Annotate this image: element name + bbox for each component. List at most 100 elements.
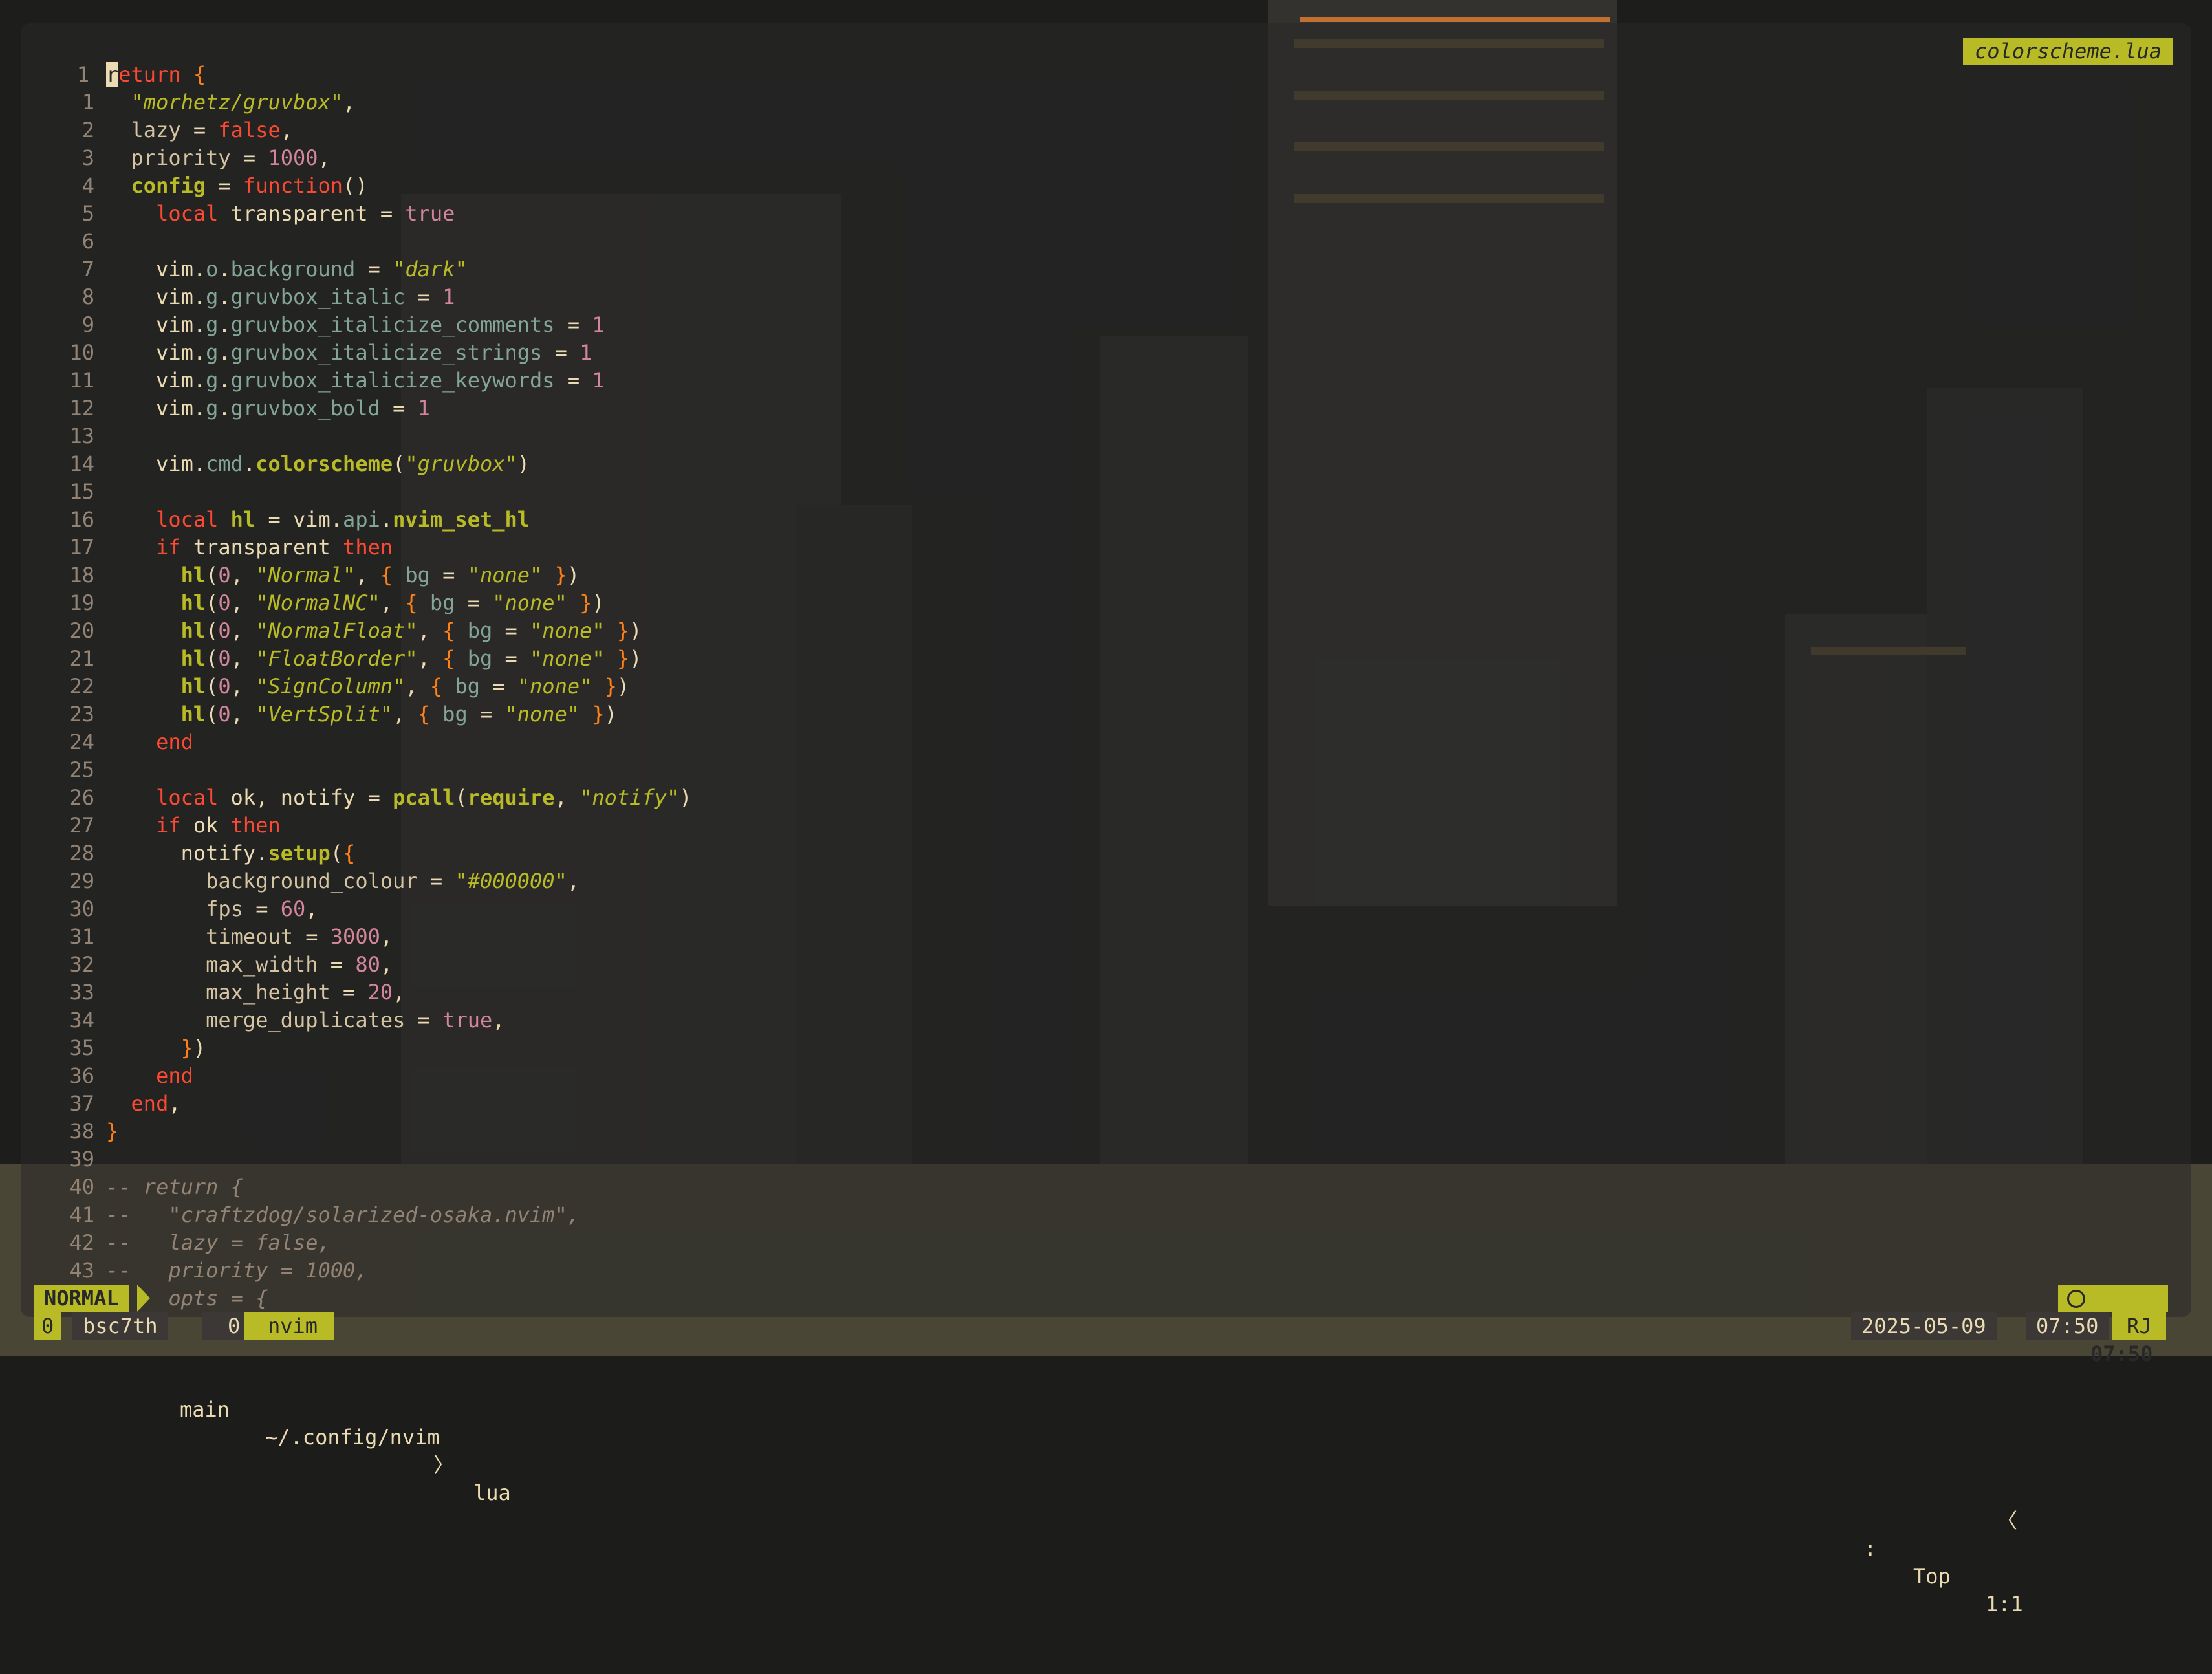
code-token: 0 <box>218 591 231 615</box>
line-number: 18 <box>69 563 94 587</box>
code-line[interactable]: 43 -- priority = 1000, <box>21 1257 2191 1285</box>
code-token: "VertSplit" <box>255 702 393 726</box>
code-line[interactable]: 12 vim.g.gruvbox_bold = 1 <box>21 395 2191 422</box>
code-token: ) <box>592 591 605 615</box>
code-line[interactable]: 40 -- return { <box>21 1173 2191 1201</box>
code-line[interactable]: 26 local ok, notify = pcall(require, "no… <box>21 784 2191 812</box>
code-line[interactable]: 27 if ok then <box>21 812 2191 840</box>
code-line[interactable]: 18 hl(0, "Normal", { bg = "none" }) <box>21 561 2191 589</box>
code-token: vim. <box>106 340 206 365</box>
line-number: 12 <box>69 396 94 420</box>
code-line[interactable]: 35 }) <box>21 1034 2191 1062</box>
code-token: } <box>554 563 567 587</box>
code-line[interactable]: 42 -- lazy = false, <box>21 1229 2191 1257</box>
code-line[interactable]: 33 max_height = 20, <box>21 979 2191 1006</box>
code-token: hl <box>230 507 256 532</box>
line-number: 3 <box>81 146 94 170</box>
code-line[interactable]: 32 max_width = 80, <box>21 951 2191 979</box>
code-line[interactable]: 1 return { <box>21 61 2191 89</box>
date-segment: 2025-05-09 <box>1851 1312 1997 1340</box>
line-number: 33 <box>69 980 94 1005</box>
code-token: . <box>243 451 256 476</box>
code-line[interactable]: 11 vim.g.gruvbox_italicize_keywords = 1 <box>21 367 2191 395</box>
code-line[interactable]: 15 <box>21 478 2191 506</box>
code-token: o <box>206 257 219 281</box>
code-token: gruvbox_italicize_comments <box>230 312 555 337</box>
code-line[interactable]: 22 hl(0, "SignColumn", { bg = "none" }) <box>21 673 2191 701</box>
code-token: 60 <box>280 897 306 921</box>
code-line[interactable]: 24 end <box>21 728 2191 756</box>
code-line[interactable]: 36 end <box>21 1062 2191 1090</box>
code-token: "SignColumn" <box>255 674 406 699</box>
code-line[interactable]: 29 background_colour = "#000000", <box>21 867 2191 895</box>
code-line[interactable]: 2 lazy = false, <box>21 116 2191 144</box>
code-editor[interactable]: 1 return {1 "morhetz/gruvbox", 2 lazy = fa… <box>21 23 2191 1310</box>
line-number: 39 <box>69 1147 94 1171</box>
code-line[interactable]: 30 fps = 60, <box>21 895 2191 923</box>
code-line[interactable]: 21 hl(0, "FloatBorder", { bg = "none" }) <box>21 645 2191 673</box>
code-line[interactable]: 14 vim.cmd.colorscheme("gruvbox") <box>21 450 2191 478</box>
code-token: , <box>393 702 418 726</box>
code-line[interactable]: 41 -- "craftzdog/solarized-osaka.nvim", <box>21 1201 2191 1229</box>
code-line[interactable]: 38} <box>21 1118 2191 1146</box>
line-number: 36 <box>69 1063 94 1088</box>
code-token: background_colour <box>106 869 418 893</box>
code-line[interactable]: 9 vim.g.gruvbox_italicize_comments = 1 <box>21 311 2191 339</box>
window-name[interactable]: nvim <box>244 1312 335 1340</box>
line-number: 21 <box>69 646 94 671</box>
code-token: ) <box>616 674 630 699</box>
git-branch[interactable]: main <box>180 1396 230 1424</box>
code-token: -- "craftzdog/solarized-osaka.nvim", <box>106 1202 580 1227</box>
code-line[interactable]: 7 vim.o.background = "dark" <box>21 255 2191 283</box>
code-line[interactable]: 3 priority = 1000, <box>21 144 2191 172</box>
code-line[interactable]: 1 "morhetz/gruvbox", <box>21 89 2191 116</box>
line-number: 22 <box>69 674 94 699</box>
code-token: = <box>180 118 219 142</box>
code-token: , <box>567 869 580 893</box>
code-token: 0 <box>218 646 231 671</box>
line-code: -- priority = 1000, <box>106 1257 368 1285</box>
code-token: = <box>355 257 393 281</box>
code-line[interactable]: 5 local transparent = true <box>21 200 2191 228</box>
code-line[interactable]: 4 config = function() <box>21 172 2191 200</box>
code-token: local <box>156 785 219 810</box>
code-token: "Normal" <box>255 563 356 587</box>
code-token: = <box>230 146 268 170</box>
code-token: () <box>343 173 368 198</box>
code-line[interactable]: 25 <box>21 756 2191 784</box>
code-line[interactable]: 20 hl(0, "NormalFloat", { bg = "none" }) <box>21 617 2191 645</box>
filename-tag: colorscheme.lua <box>1963 38 2173 65</box>
code-token: = <box>479 674 517 699</box>
line-number: 24 <box>69 730 94 754</box>
code-token: ) <box>679 785 692 810</box>
code-line[interactable]: 17 if transparent then <box>21 534 2191 561</box>
code-line[interactable]: 34 merge_duplicates = true, <box>21 1006 2191 1034</box>
code-token: { <box>442 618 455 643</box>
code-token: = <box>492 618 530 643</box>
session-name[interactable]: bsc7th <box>72 1312 168 1340</box>
code-line[interactable]: 6 <box>21 228 2191 255</box>
code-token: hl <box>180 674 206 699</box>
code-token: = <box>429 563 468 587</box>
code-token: "none" <box>467 563 543 587</box>
code-line[interactable]: 13 <box>21 422 2191 450</box>
code-line[interactable]: 31 timeout = 3000, <box>21 923 2191 951</box>
line-code: vim.g.gruvbox_italicize_keywords = 1 <box>106 367 605 395</box>
code-line[interactable]: 19 hl(0, "NormalNC", { bg = "none" }) <box>21 589 2191 617</box>
code-token: = <box>417 869 455 893</box>
code-line[interactable]: 39 <box>21 1146 2191 1173</box>
code-line[interactable]: 10 vim.g.gruvbox_italicize_strings = 1 <box>21 339 2191 367</box>
code-line[interactable]: 23 hl(0, "VertSplit", { bg = "none" }) <box>21 701 2191 728</box>
code-line[interactable]: 8 vim.g.gruvbox_italic = 1 <box>21 283 2191 311</box>
code-line[interactable]: 37 end, <box>21 1090 2191 1118</box>
code-line[interactable]: 28 notify.setup({ <box>21 840 2191 867</box>
code-token: "none" <box>504 702 580 726</box>
code-token: , <box>380 952 393 977</box>
code-token: = <box>455 591 493 615</box>
code-line[interactable]: 16 local hl = vim.api.nvim_set_hl <box>21 506 2191 534</box>
